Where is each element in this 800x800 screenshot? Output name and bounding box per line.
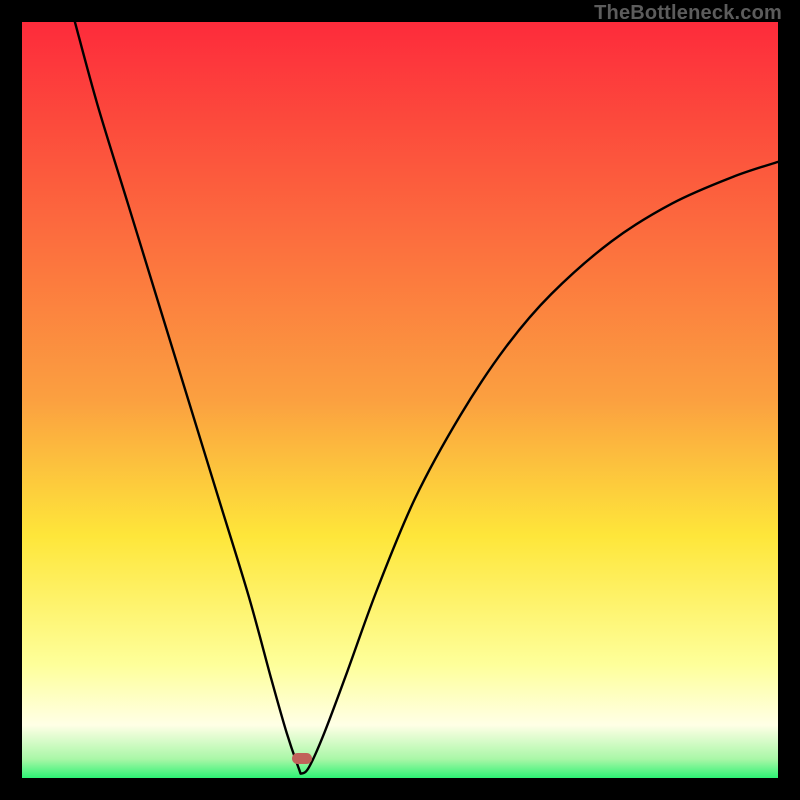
optimal-marker <box>292 753 312 764</box>
chart-frame: TheBottleneck.com <box>0 0 800 800</box>
gradient-background <box>22 22 778 778</box>
plot-area <box>22 22 778 778</box>
watermark: TheBottleneck.com <box>594 2 782 25</box>
